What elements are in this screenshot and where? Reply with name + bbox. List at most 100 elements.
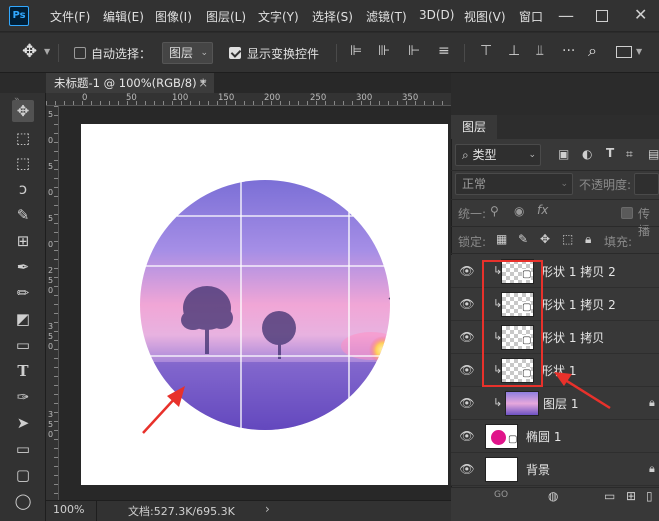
menu-view[interactable]: 视图(V) (464, 8, 506, 25)
lock-transparent-icon[interactable]: ▦ (496, 232, 507, 246)
menu-file[interactable]: 文件(F) (50, 8, 90, 25)
menu-select[interactable]: 选择(S) (312, 8, 353, 25)
ruler-number: 3 (48, 322, 54, 331)
zoom-tool-icon[interactable]: ◯ (12, 490, 34, 512)
chevron-down-icon[interactable]: ▼ (636, 47, 642, 56)
layer-filter-dropdown[interactable]: ⌕ 类型 ⌄ (455, 144, 541, 166)
layer-name[interactable]: 形状 1 拷贝 (541, 329, 604, 346)
fill-label: 填充: (604, 235, 633, 249)
layer-thumbnail (485, 457, 518, 482)
new-layer-icon[interactable]: ⊞ (626, 489, 636, 503)
shape-filter-icon[interactable]: ⌗ (626, 147, 633, 162)
eraser-tool-icon[interactable]: ◩ (12, 308, 34, 330)
tab-layers[interactable]: 图层 (451, 115, 497, 139)
smart-object-filter-icon[interactable]: ▤ (648, 147, 659, 161)
eye-icon[interactable]: 👁︎ (459, 297, 475, 311)
menu-3d[interactable]: 3D(D) (419, 8, 454, 22)
align-middle-icon[interactable]: ⊥ (508, 43, 520, 59)
layer-row[interactable]: 👁︎ ▢ 椭圆 1 (451, 420, 659, 453)
propagate-frame-checkbox[interactable] (621, 207, 633, 219)
gradient-tool-icon[interactable]: ▭ (12, 334, 34, 356)
panel-divider (451, 226, 659, 227)
close-window-icon[interactable]: ✕ (634, 5, 647, 24)
eye-icon[interactable]: 👁︎ (459, 462, 475, 476)
options-separator (336, 44, 337, 62)
lock-artboard-icon[interactable]: ⬚ (562, 232, 573, 246)
eye-icon[interactable]: 👁︎ (459, 429, 475, 443)
delete-layer-icon[interactable]: ▯ (646, 489, 653, 503)
align-center-icon[interactable]: ⊪ (378, 43, 390, 59)
align-hcenter-icon[interactable]: ≡ (438, 43, 450, 59)
opacity-input[interactable] (634, 173, 659, 195)
blend-mode-dropdown[interactable]: 正常 ⌄ (455, 173, 573, 195)
clip-arrow-icon: ↳ (493, 396, 503, 409)
layer-name[interactable]: 形状 1 拷贝 2 (541, 296, 616, 313)
show-transform-label: 显示变换控件 (247, 47, 320, 61)
show-transform-checkbox[interactable] (229, 47, 241, 59)
document-tab[interactable]: 未标题-1 @ 100%(RGB/8) * × (46, 73, 214, 93)
ruler-number: 0 (48, 188, 54, 197)
ruler-number: 0 (48, 240, 54, 249)
maximize-icon[interactable] (596, 10, 608, 22)
horizontal-ruler (46, 93, 451, 106)
menu-filter[interactable]: 滤镜(T) (366, 8, 407, 25)
unify-position-icon[interactable]: ⚲ (490, 204, 499, 218)
menu-image[interactable]: 图像(I) (155, 8, 192, 25)
zoom-level[interactable]: 100% (53, 503, 84, 516)
search-icon[interactable]: ⌕ (588, 41, 597, 61)
eye-icon[interactable]: 👁︎ (459, 396, 475, 410)
link-layers-label[interactable]: GO (494, 490, 508, 500)
move-tool-icon[interactable]: ✥ (22, 41, 37, 62)
eyedropper-tool-icon[interactable]: ✒ (12, 256, 34, 278)
chevron-down-icon[interactable]: ▼ (44, 47, 50, 56)
annotation-highlight-box (482, 260, 543, 387)
rectangle-tool-icon[interactable]: ▭ (12, 438, 34, 460)
crop-tool-icon[interactable]: ⊞ (12, 230, 34, 252)
menu-layer[interactable]: 图层(L) (206, 8, 246, 25)
align-right-icon[interactable]: ⊩ (408, 43, 420, 59)
align-top-icon[interactable]: ⊤ (480, 43, 492, 59)
minimize-icon[interactable]: — (558, 6, 574, 25)
artboard-tool-icon[interactable]: ⬚ (12, 127, 34, 149)
workspace-icon[interactable] (616, 46, 632, 58)
menu-window[interactable]: 窗口 (519, 8, 543, 25)
layer-name[interactable]: 形状 1 拷贝 2 (541, 263, 616, 280)
menu-edit[interactable]: 编辑(E) (103, 8, 144, 25)
more-options-icon[interactable]: ··· (562, 43, 575, 59)
menu-type[interactable]: 文字(Y) (258, 8, 299, 25)
circle-photo-artwork[interactable] (81, 124, 448, 485)
move-tool-icon[interactable]: ✥ (12, 100, 34, 122)
lock-image-icon[interactable]: ✎ (518, 232, 528, 246)
add-mask-icon[interactable]: ◍ (548, 489, 558, 503)
quick-select-tool-icon[interactable]: ✎ (12, 204, 34, 226)
type-tool-icon[interactable]: T (12, 360, 34, 382)
eye-icon[interactable]: 👁︎ (459, 264, 475, 278)
lasso-tool-icon[interactable]: ↄ (12, 178, 34, 200)
unify-style-icon[interactable]: fx (537, 203, 548, 217)
auto-select-label: 自动选择： (91, 47, 152, 61)
ruler-number: 50 (126, 93, 137, 103)
new-group-icon[interactable]: ▭ (604, 489, 615, 503)
layer-name[interactable]: 椭圆 1 (526, 428, 561, 445)
auto-select-checkbox[interactable] (74, 47, 86, 59)
lock-position-icon[interactable]: ✥ (540, 232, 550, 246)
align-left-icon[interactable]: ⊫ (350, 43, 362, 59)
close-tab-icon[interactable]: × (198, 73, 208, 93)
path-select-tool-icon[interactable]: ➤ (12, 412, 34, 434)
auto-select-target-dropdown[interactable]: 图层 ⌄ (162, 42, 213, 64)
brush-tool-icon[interactable]: ✏ (12, 282, 34, 304)
adjustment-filter-icon[interactable]: ◐ (582, 147, 592, 161)
marquee-tool-icon[interactable]: ⬚ (12, 152, 34, 174)
eye-icon[interactable]: 👁︎ (459, 363, 475, 377)
status-menu-arrow-icon[interactable]: › (265, 502, 270, 516)
pen-tool-icon[interactable]: ✑ (12, 386, 34, 408)
layer-row[interactable]: 👁︎ 背景 🔒︎ (451, 453, 659, 486)
type-filter-icon[interactable]: T (606, 146, 614, 160)
layer-name[interactable]: 背景 (526, 461, 550, 478)
align-bottom-icon[interactable]: ⫫ (536, 43, 544, 59)
lock-all-icon[interactable]: 🔒︎ (585, 232, 591, 247)
unify-visibility-icon[interactable]: ◉ (514, 204, 524, 218)
eye-icon[interactable]: 👁︎ (459, 330, 475, 344)
image-filter-icon[interactable]: ▣ (558, 147, 569, 161)
hand-tool-icon[interactable]: ▢ (12, 464, 34, 486)
